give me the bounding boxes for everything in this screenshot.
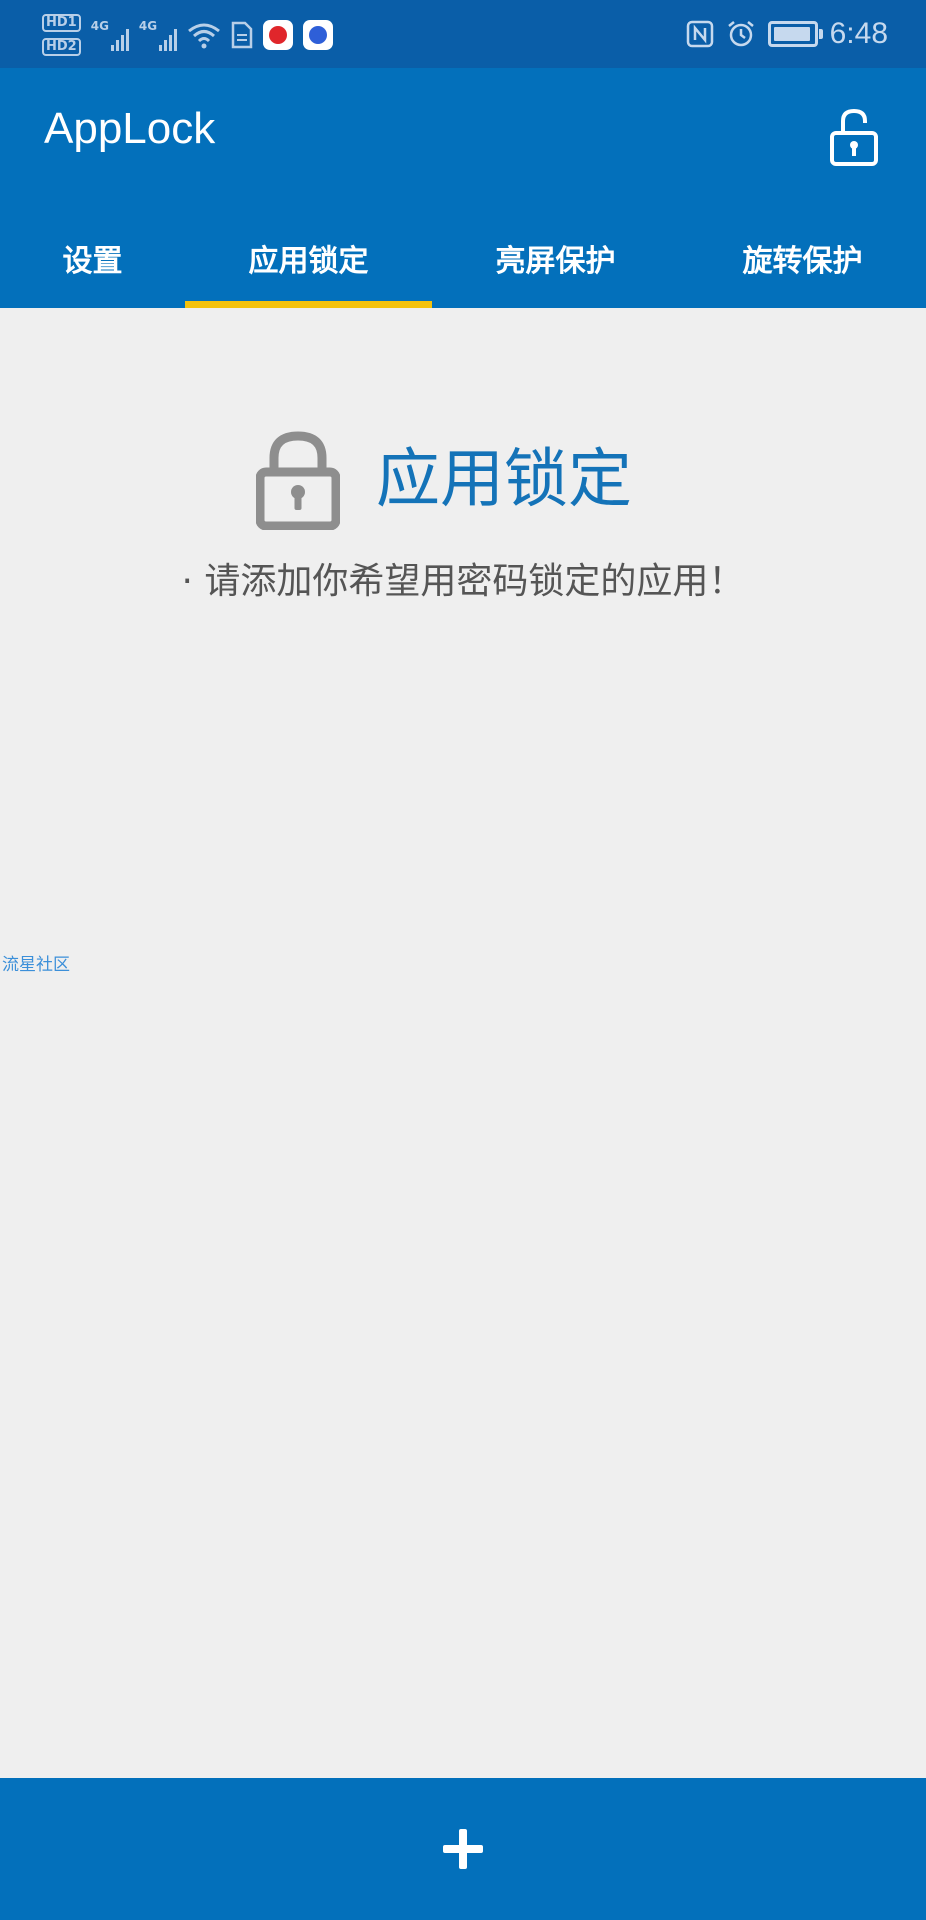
- tab-label: 旋转保护: [742, 244, 863, 279]
- tab-label: 应用锁定: [248, 244, 369, 279]
- file-icon: [231, 21, 253, 49]
- empty-state-hint: · 请添加你希望用密码锁定的应用！: [181, 561, 745, 602]
- status-time: 6:48: [829, 17, 888, 50]
- network-type-label: 4G: [138, 19, 158, 33]
- add-app-button[interactable]: [0, 1778, 926, 1920]
- empty-state-title: 应用锁定: [376, 443, 632, 517]
- status-bar-right: 6:48: [686, 12, 888, 56]
- tab-bar: 设置 应用锁定 亮屏保护 旋转保护: [0, 208, 926, 308]
- signal-icon: 4G: [138, 19, 178, 51]
- battery-icon: [767, 21, 823, 47]
- watermark-text: 流星社区: [2, 955, 70, 975]
- tab-selected-indicator: [185, 301, 432, 308]
- app-notification-icon: [263, 20, 294, 50]
- empty-state-hero: 应用锁定: [0, 420, 926, 540]
- app-title: AppLock: [44, 104, 216, 153]
- status-bar-left: HD1 HD2 4G 4G: [42, 10, 334, 60]
- tab-settings[interactable]: 设置: [0, 208, 185, 308]
- signal-icon: 4G: [91, 19, 129, 51]
- tab-rotation-protection[interactable]: 旋转保护: [679, 208, 926, 308]
- hd-badge: HD1: [42, 14, 81, 32]
- hd-icon: HD1 HD2: [42, 14, 81, 56]
- app-screen: HD1 HD2 4G 4G 6:48 AppLock 设置 应用锁定 亮屏保护 …: [0, 0, 926, 1920]
- tab-screen-on-protection[interactable]: 亮屏保护: [432, 208, 679, 308]
- lock-toggle-button[interactable]: [824, 102, 884, 172]
- wifi-icon: [188, 23, 221, 49]
- app-bar: AppLock 设置 应用锁定 亮屏保护 旋转保护: [0, 68, 926, 308]
- alarm-icon: [727, 21, 754, 47]
- status-bar: HD1 HD2 4G 4G 6:48: [0, 0, 926, 68]
- network-type-label: 4G: [90, 19, 109, 33]
- unlock-icon: [830, 108, 878, 166]
- hd-badge: HD2: [42, 38, 81, 56]
- tab-label: 设置: [62, 244, 123, 279]
- nfc-icon: [686, 20, 713, 48]
- tab-label: 亮屏保护: [495, 244, 616, 279]
- baidu-icon: [303, 20, 334, 50]
- padlock-icon: [256, 431, 340, 530]
- plus-icon: [443, 1829, 483, 1869]
- tab-app-lock[interactable]: 应用锁定: [185, 208, 432, 308]
